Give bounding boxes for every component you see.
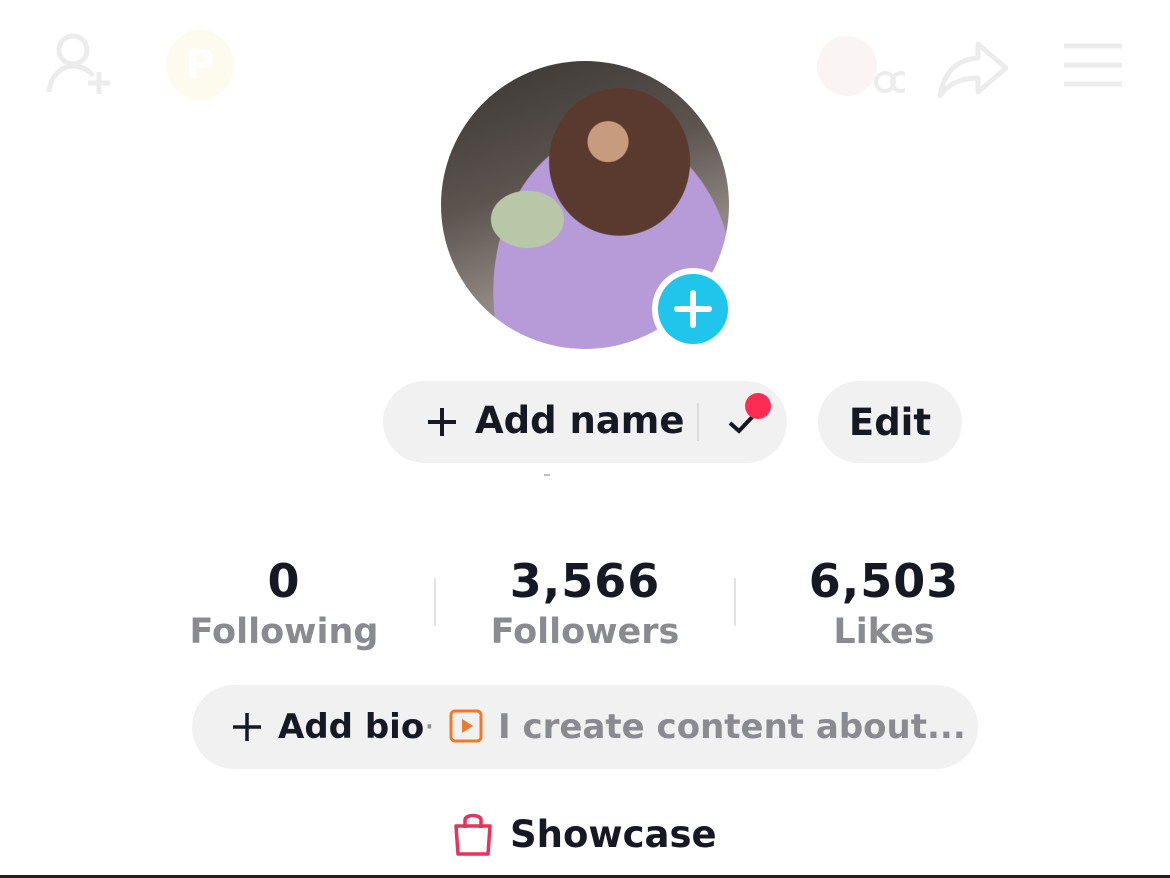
stat-followers[interactable]: 3,566 Followers: [455, 556, 715, 654]
coin-badge-icon[interactable]: P: [166, 30, 234, 100]
following-label: Following: [189, 612, 379, 652]
add-bio-label: Add bio: [278, 707, 425, 747]
plus-icon: [674, 290, 712, 328]
edit-profile-button[interactable]: Edit: [818, 381, 962, 463]
followers-count: 3,566: [509, 554, 661, 608]
likes-label: Likes: [833, 612, 935, 652]
showcase-link[interactable]: Showcase: [452, 808, 717, 860]
play-icon: [449, 709, 483, 743]
add-name-button[interactable]: Add name: [383, 381, 787, 463]
add-name-label: Add name: [475, 399, 685, 442]
stat-divider: [734, 578, 736, 626]
decoration-mark: [544, 474, 550, 476]
menu-icon[interactable]: [1062, 42, 1124, 88]
likes-count: 6,503: [808, 554, 960, 608]
bio-placeholder: I create content about...: [498, 707, 966, 747]
stat-likes[interactable]: 6,503 Likes: [754, 556, 1014, 654]
divider: [697, 403, 699, 441]
notification-dot: [745, 393, 771, 419]
stat-divider: [434, 578, 436, 626]
friends-avatar-icon[interactable]: [815, 32, 905, 102]
profile-avatar-container: [441, 61, 734, 350]
plus-icon: [428, 408, 456, 436]
following-count: 0: [267, 554, 301, 608]
followers-label: Followers: [490, 612, 680, 652]
plus-icon: [233, 713, 261, 741]
add-avatar-button[interactable]: [652, 268, 734, 350]
stat-following[interactable]: 0 Following: [154, 556, 414, 654]
showcase-label: Showcase: [510, 812, 717, 856]
edit-label: Edit: [848, 400, 932, 444]
add-bio-button[interactable]: Add bio · I create content about...: [192, 685, 978, 769]
add-friend-icon[interactable]: [45, 32, 113, 96]
share-icon[interactable]: [938, 40, 1008, 98]
bio-separator: ·: [424, 707, 435, 747]
shopping-bag-icon: [454, 813, 492, 856]
